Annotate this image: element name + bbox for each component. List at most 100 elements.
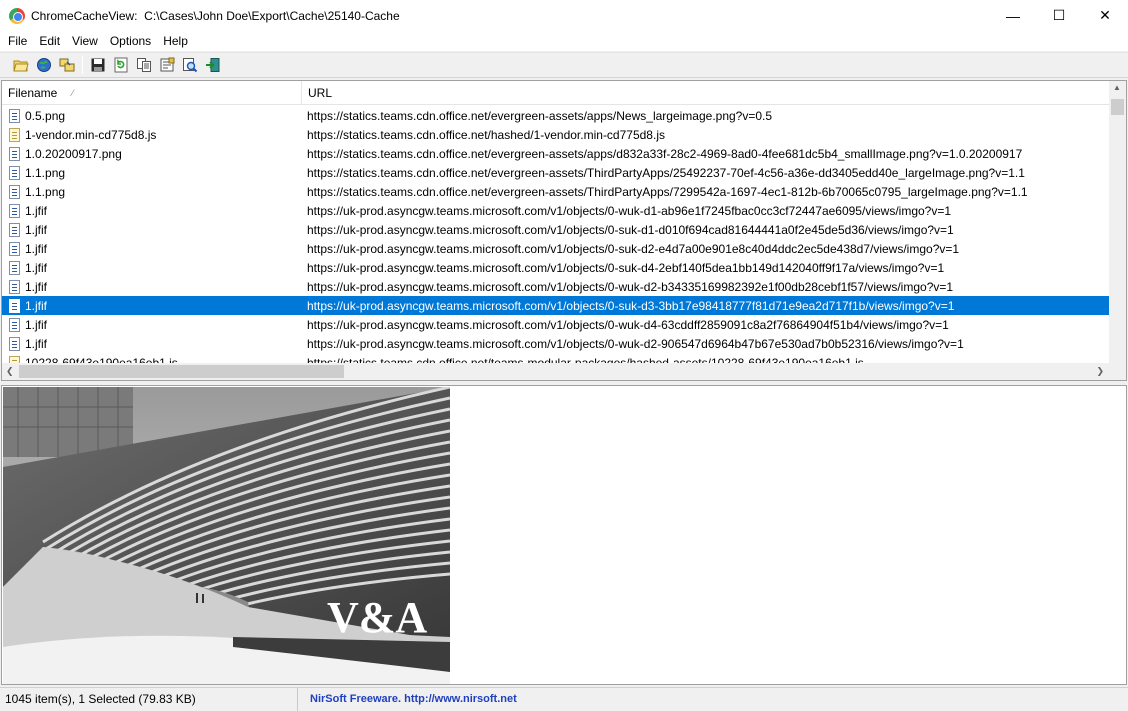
list-rows: 0.5.png https://statics.teams.cdn.office.… [2,106,1110,364]
vertical-scroll-thumb[interactable] [1111,99,1124,115]
filename-text: 1.0.20200917.png [25,146,122,161]
copy-icon [136,58,151,72]
menu-help[interactable]: Help [157,31,194,51]
menu-options[interactable]: Options [104,31,157,51]
url-cell: https://uk-prod.asyncgw.teams.microsoft.… [307,203,952,218]
open-folder-button[interactable] [9,54,32,76]
cache-list-view[interactable]: Filename ⁄ URL 0.5.png https://statics.te… [1,80,1127,381]
properties-button[interactable] [155,54,178,76]
table-row[interactable]: 0.5.png https://statics.teams.cdn.office.… [2,106,1110,125]
column-header-url[interactable]: URL [302,81,1110,105]
url-cell: https://uk-prod.asyncgw.teams.microsoft.… [307,298,955,313]
filename-text: 1.jfif [25,260,48,275]
url-cell: https://uk-prod.asyncgw.teams.microsoft.… [307,222,954,237]
nirsoft-credit-link[interactable]: NirSoft Freeware. http://www.nirsoft.net [298,688,517,711]
filename-text: 1.jfif [25,241,48,256]
scroll-up-icon[interactable]: ▲ [1113,83,1121,92]
table-row[interactable]: 1.jfif https://uk-prod.asyncgw.teams.micr… [2,296,1110,315]
image-file-icon [9,108,20,123]
web-globe-icon [36,58,51,72]
url-cell: https://statics.teams.cdn.office.net/eve… [307,146,1023,161]
app-name: ChromeCacheView: [31,8,138,23]
url-cell: https://statics.teams.cdn.office.net/eve… [307,108,773,123]
table-row[interactable]: 1.0.20200917.png https://statics.teams.cd… [2,144,1110,163]
preview-image: V&A [3,387,450,684]
column-header-label: URL [308,86,333,100]
minimize-button[interactable]: — [990,0,1036,31]
filename-cell: 1.1.png [2,184,302,199]
copy-files-button[interactable] [55,54,78,76]
image-file-icon [9,241,20,256]
script-file-icon [9,127,20,142]
column-header-label: Filename [8,86,58,100]
list-header: Filename ⁄ URL [2,81,1110,105]
table-row[interactable]: 1.jfif https://uk-prod.asyncgw.teams.micr… [2,258,1110,277]
preview-pane: V&A [1,385,1127,685]
filename-cell: 1.jfif [2,222,302,237]
table-row[interactable]: 1.jfif https://uk-prod.asyncgw.teams.micr… [2,239,1110,258]
toolbar-separator [82,56,83,74]
filename-text: 1.jfif [25,317,48,332]
filename-text: 1.1.png [25,184,66,199]
url-cell: https://statics.teams.cdn.office.net/eve… [307,165,1025,180]
filename-cell: 1.jfif [2,241,302,256]
maximize-icon: ☐ [1052,7,1066,23]
url-cell: https://statics.teams.cdn.office.net/has… [307,127,665,142]
filename-cell: 1.jfif [2,298,302,313]
table-row[interactable]: 1.jfif https://uk-prod.asyncgw.teams.micr… [2,315,1110,334]
find-icon [182,58,197,73]
filename-cell: 0.5.png [2,108,302,123]
menu-edit[interactable]: Edit [33,31,66,51]
find-button[interactable] [178,54,201,76]
filename-cell: 1.0.20200917.png [2,146,302,161]
filename-text: 1.jfif [25,203,48,218]
filename-text: 1-vendor.min-cd775d8.js [25,127,157,142]
column-header-filename[interactable]: Filename ⁄ [2,81,302,105]
cache-path: C:\Cases\John Doe\Export\Cache\25140-Cac… [144,8,400,23]
menu-view[interactable]: View [66,31,104,51]
url-cell: https://uk-prod.asyncgw.teams.microsoft.… [307,336,964,351]
filename-text: 1.jfif [25,298,48,313]
horizontal-scroll-thumb[interactable] [19,365,344,378]
table-row[interactable]: 1.1.png https://statics.teams.cdn.office.… [2,163,1110,182]
exit-button[interactable] [201,54,224,76]
maximize-button[interactable]: ☐ [1036,0,1082,31]
filename-text: 0.5.png [25,108,66,123]
filename-text: 1.jfif [25,279,48,294]
image-file-icon [9,279,20,294]
window-controls: — ☐ ✕ [990,0,1128,31]
scroll-right-icon[interactable]: ❯ [1096,366,1104,377]
menu-file[interactable]: File [2,31,33,51]
image-file-icon [9,203,20,218]
refresh-button[interactable] [109,54,132,76]
url-cell: https://statics.teams.cdn.office.net/eve… [307,184,1028,199]
url-cell: https://uk-prod.asyncgw.teams.microsoft.… [307,279,954,294]
filename-cell: 1.jfif [2,317,302,332]
menu-bar: File Edit View Options Help [0,31,1128,51]
copy-button[interactable] [132,54,155,76]
table-row[interactable]: 1.1.png https://statics.teams.cdn.office.… [2,182,1110,201]
scroll-left-icon[interactable]: ❮ [6,366,14,377]
close-button[interactable]: ✕ [1082,0,1128,31]
image-file-icon [9,317,20,332]
horizontal-scrollbar[interactable]: ❮ ❯ [2,363,1126,380]
properties-icon [160,57,174,72]
filename-cell: 1-vendor.min-cd775d8.js [2,127,302,142]
exit-icon [205,58,219,72]
filename-cell: 1.jfif [2,203,302,218]
table-row[interactable]: 1.jfif https://uk-prod.asyncgw.teams.micr… [2,277,1110,296]
toolbar [0,52,1128,78]
table-row[interactable]: 1.jfif https://uk-prod.asyncgw.teams.micr… [2,220,1110,239]
table-row[interactable]: 1.jfif https://uk-prod.asyncgw.teams.micr… [2,334,1110,353]
filename-cell: 1.jfif [2,336,302,351]
image-file-icon [9,336,20,351]
save-button[interactable] [86,54,109,76]
web-globe-button[interactable] [32,54,55,76]
window-title: ChromeCacheView: C:\Cases\John Doe\Expor… [31,9,400,23]
table-row[interactable]: 1-vendor.min-cd775d8.js https://statics.t… [2,125,1110,144]
table-row[interactable]: 1.jfif https://uk-prod.asyncgw.teams.micr… [2,201,1110,220]
vertical-scrollbar[interactable]: ▲ [1109,81,1126,364]
filename-text: 1.jfif [25,222,48,237]
url-cell: https://uk-prod.asyncgw.teams.microsoft.… [307,260,945,275]
image-file-icon [9,146,20,161]
